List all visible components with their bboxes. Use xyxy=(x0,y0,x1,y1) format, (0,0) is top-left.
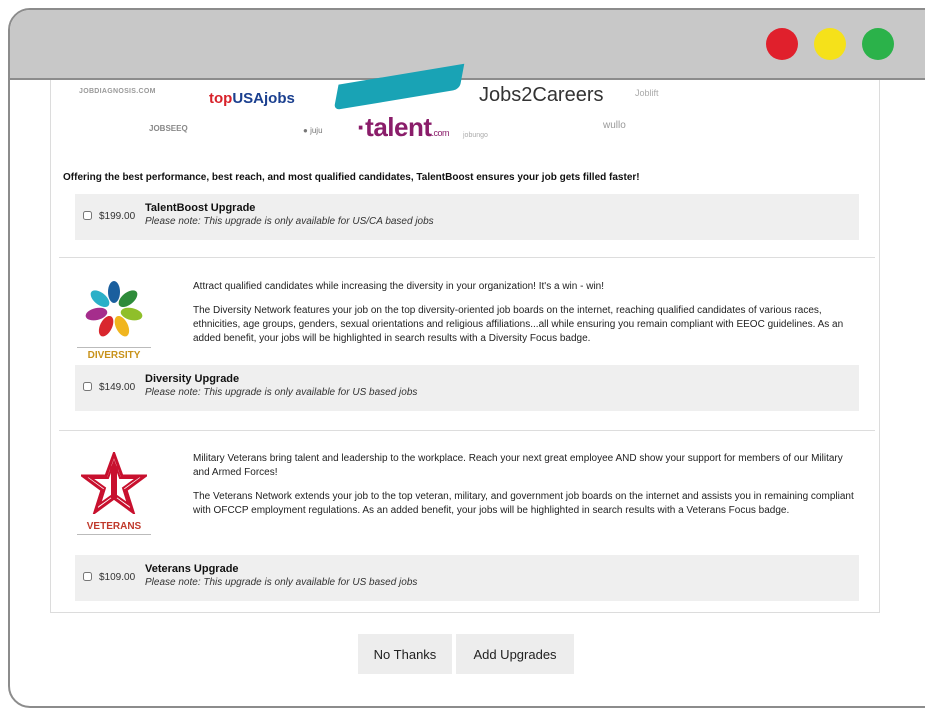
diversity-description: Attract qualified candidates while incre… xyxy=(193,280,857,346)
talent-logo-text: talent xyxy=(365,112,432,142)
veterans-price: $109.00 xyxy=(99,572,136,583)
diversity-logo-caption: DIVERSITY xyxy=(87,350,141,361)
no-thanks-button[interactable]: No Thanks xyxy=(358,634,452,674)
diversity-price: $149.00 xyxy=(99,382,136,393)
veterans-logo-line xyxy=(77,534,151,535)
diversity-option[interactable]: $149.00 Diversity Upgrade Please note: T… xyxy=(75,365,859,411)
title-bar xyxy=(10,10,925,80)
wullo-logo: wullo xyxy=(603,120,626,131)
veterans-description: Military Veterans bring talent and leade… xyxy=(193,452,857,518)
browser-window: JOBDIAGNOSIS.COM topUSAjobs Jobs2Careers… xyxy=(8,8,925,708)
topusajobs-logo-part1: top xyxy=(209,90,233,107)
talentboost-note: Please note: This upgrade is only availa… xyxy=(145,216,434,227)
joblift-logo: Joblift xyxy=(635,88,659,98)
jobs2careers-logo: Jobs2Careers xyxy=(479,84,604,106)
diversity-name: Diversity Upgrade xyxy=(145,373,240,385)
add-upgrades-button[interactable]: Add Upgrades xyxy=(456,634,574,674)
talentboost-price: $199.00 xyxy=(99,211,136,222)
diversity-logo: DIVERSITY xyxy=(73,278,155,361)
diversity-logo-line xyxy=(77,347,151,348)
jobseeq-logo: JOBSEEQ xyxy=(149,124,188,133)
veterans-option[interactable]: $109.00 Veterans Upgrade Please note: Th… xyxy=(75,555,859,601)
talentboost-checkbox[interactable] xyxy=(83,211,92,220)
talentboost-option[interactable]: $199.00 TalentBoost Upgrade Please note:… xyxy=(75,194,859,240)
topusajobs-logo-part2: USAjobs xyxy=(232,90,295,107)
talentboost-name: TalentBoost Upgrade xyxy=(145,202,256,214)
section-divider xyxy=(59,430,875,431)
jobdiagnosis-logo: JOBDIAGNOSIS.COM xyxy=(79,88,156,95)
veterans-logo: VETERANS xyxy=(73,449,155,535)
diversity-note: Please note: This upgrade is only availa… xyxy=(145,387,418,398)
talent-logo: ·talent.com xyxy=(357,112,450,142)
veterans-name: Veterans Upgrade xyxy=(145,563,239,575)
veterans-star-icon xyxy=(78,449,150,516)
veterans-checkbox[interactable] xyxy=(83,572,92,581)
diversity-checkbox[interactable] xyxy=(83,382,92,391)
talentboost-intro: Offering the best performance, best reac… xyxy=(63,172,640,183)
veterans-para-2: The Veterans Network extends your job to… xyxy=(193,491,854,516)
talent-logo-suffix: .com xyxy=(431,128,450,138)
minimize-window-button[interactable] xyxy=(814,28,846,60)
diversity-people-icon xyxy=(85,281,143,337)
veterans-logo-caption: VETERANS xyxy=(86,521,142,532)
diversity-para-2: The Diversity Network features your job … xyxy=(193,305,844,344)
jobungo-logo: jobungo xyxy=(463,132,488,139)
section-divider xyxy=(59,257,875,258)
close-window-button[interactable] xyxy=(766,28,798,60)
veterans-note: Please note: This upgrade is only availa… xyxy=(145,577,418,588)
upgrades-panel: JOBDIAGNOSIS.COM topUSAjobs Jobs2Careers… xyxy=(50,63,881,613)
topusajobs-logo: topUSAjobs xyxy=(209,90,295,107)
juju-logo-text: juju xyxy=(310,126,323,135)
juju-logo: ● juju xyxy=(303,126,323,135)
page-content: JOBDIAGNOSIS.COM topUSAjobs Jobs2Careers… xyxy=(10,63,925,706)
job-board-logos: JOBDIAGNOSIS.COM topUSAjobs Jobs2Careers… xyxy=(51,63,881,165)
veterans-para-1: Military Veterans bring talent and leade… xyxy=(193,453,843,478)
maximize-window-button[interactable] xyxy=(862,28,894,60)
diversity-para-1: Attract qualified candidates while incre… xyxy=(193,281,605,292)
